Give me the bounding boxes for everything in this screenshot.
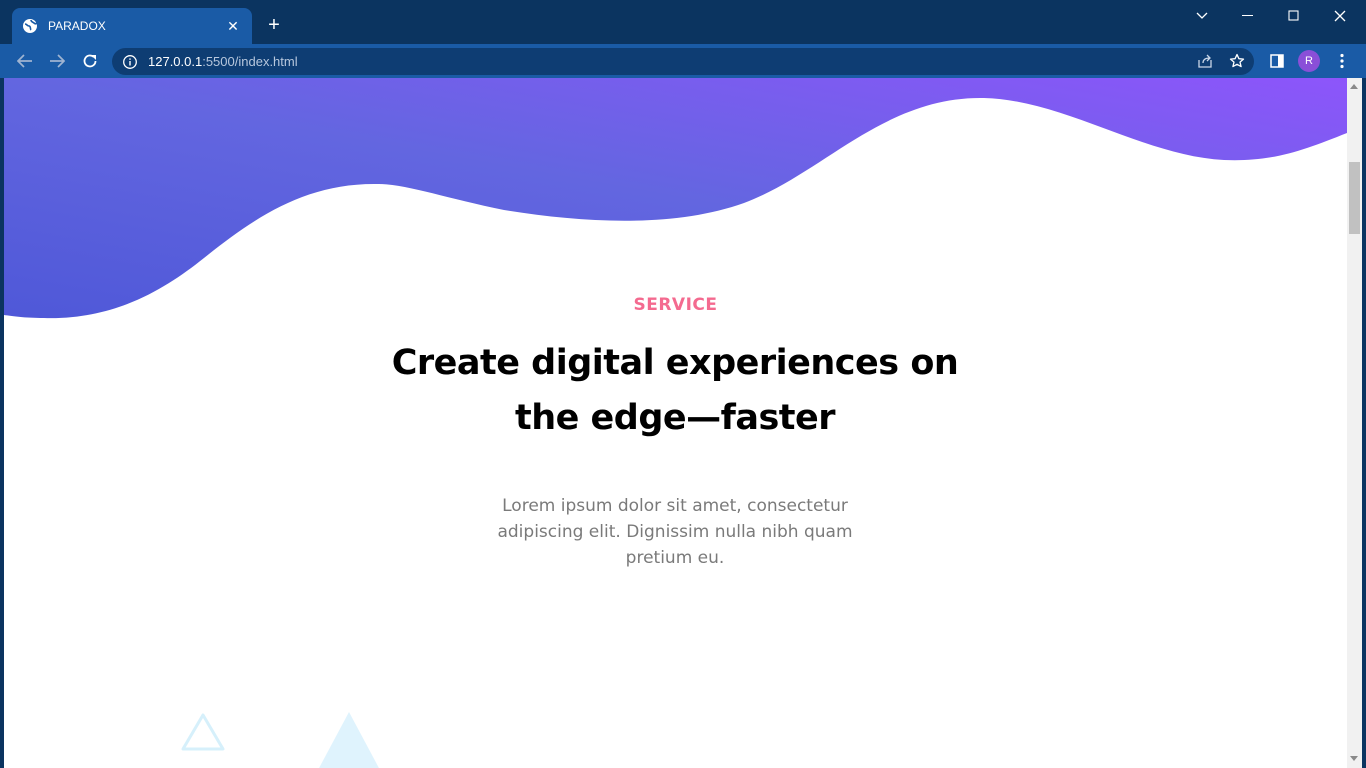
profile-avatar[interactable]: R	[1296, 48, 1322, 74]
scrollbar-thumb[interactable]	[1349, 162, 1360, 234]
share-icon[interactable]	[1192, 48, 1218, 74]
window-border	[1362, 78, 1366, 768]
hero-wave-background	[4, 78, 1347, 319]
side-panel-icon[interactable]	[1264, 48, 1290, 74]
globe-icon	[22, 18, 38, 34]
arrow-left-icon[interactable]	[12, 48, 38, 74]
tab-search-icon[interactable]	[1179, 0, 1225, 32]
new-tab-button[interactable]: +	[263, 14, 285, 36]
tab-title: PARADOX	[48, 19, 106, 33]
section-description: Lorem ipsum dolor sit amet, consectetur …	[497, 496, 853, 568]
kebab-menu-icon[interactable]	[1329, 48, 1355, 74]
window-close-icon[interactable]	[1317, 0, 1363, 32]
arrow-right-icon[interactable]	[44, 48, 70, 74]
page-viewport: SERVICE Create digital experiences on th…	[4, 78, 1347, 768]
maximize-icon[interactable]	[1271, 0, 1317, 32]
tab-strip: PARADOX ✕ +	[0, 0, 1366, 44]
avatar-initial: R	[1298, 50, 1320, 72]
scroll-down-icon[interactable]	[1350, 756, 1358, 761]
url-host: 127.0.0.1	[148, 54, 203, 69]
url-text: 127.0.0.1:5500/index.html	[148, 54, 298, 69]
minimize-icon[interactable]	[1225, 0, 1271, 32]
browser-tab[interactable]: PARADOX ✕	[12, 8, 252, 44]
url-path: :5500/index.html	[202, 54, 298, 69]
page-scrollbar[interactable]	[1347, 78, 1362, 768]
decor-triangle-filled	[319, 712, 379, 768]
browser-toolbar: 127.0.0.1:5500/index.html R	[0, 44, 1366, 78]
decor-triangle-outline	[181, 713, 225, 751]
address-bar[interactable]: 127.0.0.1:5500/index.html	[112, 48, 1254, 75]
browser-window: PARADOX ✕ + 127.0.0.1:5500/index.html R …	[0, 0, 1366, 768]
section-heading: Create digital experiences on the edge—f…	[391, 343, 959, 438]
reload-icon[interactable]	[77, 48, 103, 74]
tab-close-icon[interactable]: ✕	[224, 18, 242, 35]
scroll-up-icon[interactable]	[1350, 84, 1358, 89]
star-icon[interactable]	[1224, 48, 1250, 74]
info-icon[interactable]	[122, 54, 138, 70]
section-eyebrow: SERVICE	[633, 295, 718, 315]
